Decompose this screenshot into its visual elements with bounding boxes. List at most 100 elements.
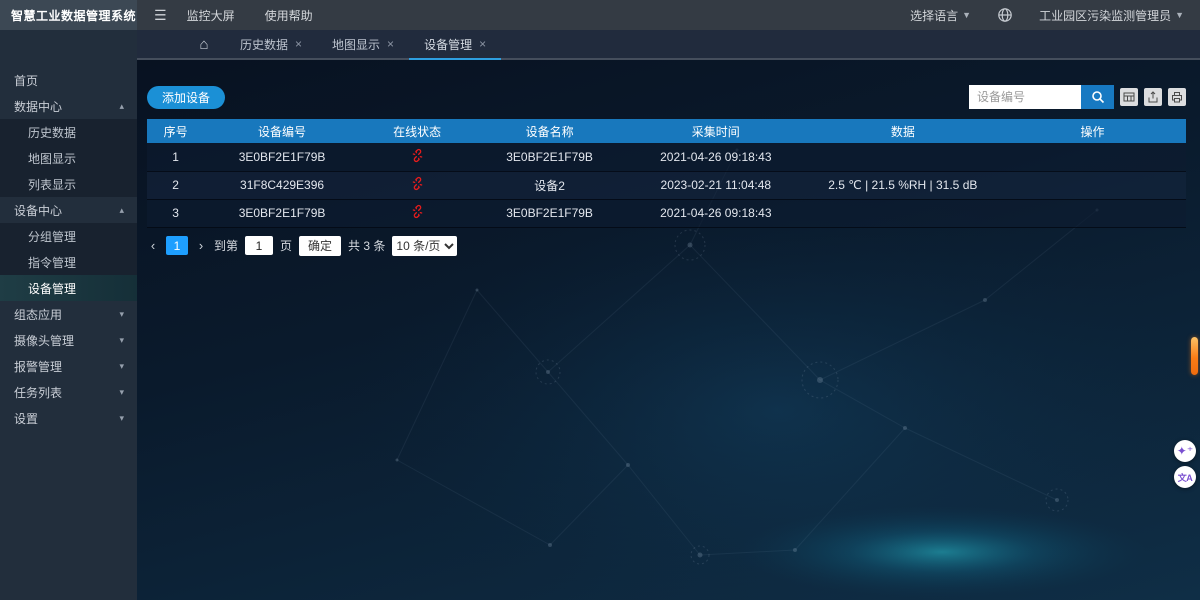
search-input[interactable]: [969, 85, 1081, 109]
tabbar-tabs: 历史数据×地图显示×设备管理×: [225, 30, 501, 58]
user-menu[interactable]: 工业园区污染监测管理员 ▼: [1039, 7, 1184, 24]
sidebar-item-task-list[interactable]: 任务列表 ▾: [0, 379, 137, 405]
next-page-button[interactable]: ›: [195, 238, 207, 253]
sidebar-item-label: 设置: [14, 410, 38, 427]
translate-icon: 文A: [1178, 471, 1193, 484]
content-area: 添加设备: [137, 60, 1200, 256]
nav-help[interactable]: 使用帮助: [265, 7, 313, 24]
close-icon[interactable]: ×: [295, 37, 302, 51]
globe-icon[interactable]: [997, 7, 1013, 23]
sidebar-item-configuration-app[interactable]: 组态应用 ▾: [0, 301, 137, 327]
offline-status-icon: [360, 199, 474, 227]
prev-page-button[interactable]: ‹: [147, 238, 159, 253]
table-cell: 设备2: [474, 171, 625, 199]
sidebar-item-label: 组态应用: [14, 306, 62, 323]
sidebar-item-settings[interactable]: 设置 ▾: [0, 405, 137, 431]
translate-button[interactable]: 文A: [1174, 466, 1196, 488]
toolbar: 添加设备: [147, 85, 1186, 109]
tab-device-management[interactable]: 设备管理×: [409, 30, 501, 60]
tab-map-display[interactable]: 地图显示 ×: [317, 30, 409, 60]
chevron-down-icon: ▾: [119, 335, 124, 346]
table-cell: 3E0BF2E1F79B: [474, 199, 625, 227]
table-cell: 3E0BF2E1F79B: [474, 143, 625, 171]
table-row: 33E0BF2E1F79B 3E0BF2E1F79B2021-04-26 09:…: [147, 199, 1186, 227]
chevron-down-icon: ▼: [962, 10, 971, 20]
confirm-page-button[interactable]: 确定: [299, 236, 341, 256]
sidebar-item-history-data[interactable]: 历史数据: [0, 119, 137, 145]
page-size-select[interactable]: 10 条/页: [392, 236, 457, 256]
goto-page-input[interactable]: [245, 236, 273, 255]
add-device-button[interactable]: 添加设备: [147, 86, 225, 109]
chevron-up-icon: ▴: [119, 205, 124, 216]
table-body: 13E0BF2E1F79B 3E0BF2E1F79B2021-04-26 09:…: [147, 143, 1186, 227]
close-icon[interactable]: ×: [387, 37, 394, 51]
sidebar-item-device-center[interactable]: 设备中心 ▴: [0, 197, 137, 223]
current-page-button[interactable]: 1: [166, 236, 188, 255]
table-cell: [999, 143, 1186, 171]
sidebar-item-label: 首页: [14, 72, 38, 89]
app-title: 智慧工业数据管理系统: [0, 0, 137, 30]
print-icon: [1171, 91, 1183, 103]
column-header: 设备编号: [204, 119, 360, 143]
home-tab-icon[interactable]: ⌂: [183, 30, 225, 58]
top-bar: 智慧工业数据管理系统 ☰ 监控大屏 使用帮助 选择语言 ▼ 工业园区污染监测管理…: [0, 0, 1200, 30]
sidebar-item-alarm-management[interactable]: 报警管理▾: [0, 353, 137, 379]
sidebar-item-label: 设备中心: [14, 202, 62, 219]
sidebar-item-label: 数据中心: [14, 98, 62, 115]
table-cell: 2: [147, 171, 204, 199]
sidebar-item-label: 历史数据: [28, 124, 76, 141]
tab-history-data[interactable]: 历史数据×: [225, 30, 317, 60]
sidebar-item-camera-management[interactable]: 摄像头管理 ▾: [0, 327, 137, 353]
top-nav: 监控大屏 使用帮助: [187, 7, 313, 24]
table-header-row: 序号设备编号在线状态设备名称采集时间数据操作: [147, 119, 1186, 143]
sidebar-item-label: 地图显示: [28, 150, 76, 167]
sidebar-item-group-management[interactable]: 分组管理: [0, 223, 137, 249]
sidebar-item-label: 设备管理: [28, 280, 76, 297]
top-bar-right: 选择语言 ▼ 工业园区污染监测管理员 ▼: [910, 7, 1200, 24]
sidebar-item-data-center[interactable]: 数据中心 ▴: [0, 93, 137, 119]
sidebar-item-device-management[interactable]: 设备管理: [0, 275, 137, 301]
print-button[interactable]: [1168, 88, 1186, 106]
sidebar-item-home[interactable]: 首页: [0, 67, 137, 93]
columns-filter-button[interactable]: [1120, 88, 1138, 106]
offline-status-icon: [360, 171, 474, 199]
table-row: 231F8C429E396 设备22023-02-21 11:04:482.5 …: [147, 171, 1186, 199]
tab-bar: ⌂ 历史数据×地图显示×设备管理×: [137, 30, 1200, 60]
language-select[interactable]: 选择语言 ▼: [910, 7, 971, 24]
menu-collapse-icon[interactable]: ☰: [154, 8, 167, 22]
column-header: 操作: [999, 119, 1186, 143]
ai-assistant-button[interactable]: ✦⁺: [1174, 440, 1196, 462]
column-header: 数据: [807, 119, 999, 143]
tab-label: 地图显示: [332, 36, 380, 53]
close-icon[interactable]: ×: [479, 37, 486, 51]
sparkles-icon: ✦⁺: [1177, 444, 1193, 458]
chevron-down-icon: ▾: [119, 361, 124, 372]
sidebar-item-list-display[interactable]: 列表显示: [0, 171, 137, 197]
chevron-down-icon: ▾: [119, 387, 124, 398]
nav-monitor-screen[interactable]: 监控大屏: [187, 7, 235, 24]
table-cell: 1: [147, 143, 204, 171]
chevron-up-icon: ▴: [119, 101, 124, 112]
sidebar-item-command-management[interactable]: 指令管理: [0, 249, 137, 275]
search-group: [969, 85, 1186, 109]
sidebar-item-label: 任务列表: [14, 384, 62, 401]
chevron-down-icon: ▼: [1175, 10, 1184, 20]
chevron-down-icon: ▾: [119, 309, 124, 320]
table-cell: [999, 199, 1186, 227]
sidebar-item-label: 分组管理: [28, 228, 76, 245]
table-cell: 2.5 ℃ | 21.5 %RH | 31.5 dB: [807, 171, 999, 199]
table-cell: [807, 143, 999, 171]
search-button[interactable]: [1081, 85, 1114, 109]
export-icon: [1147, 91, 1159, 103]
sidebar-item-map-display[interactable]: 地图显示: [0, 145, 137, 171]
column-header: 在线状态: [360, 119, 474, 143]
export-button[interactable]: [1144, 88, 1162, 106]
table-cell: 3E0BF2E1F79B: [204, 199, 360, 227]
sidebar-item-label: 摄像头管理: [14, 332, 74, 349]
device-table: 序号设备编号在线状态设备名称采集时间数据操作 13E0BF2E1F79B 3E0…: [147, 119, 1186, 228]
language-label: 选择语言: [910, 7, 958, 24]
scrollbar-thumb[interactable]: [1191, 337, 1198, 375]
table-cell: 3: [147, 199, 204, 227]
app-window: 智慧工业数据管理系统 ☰ 监控大屏 使用帮助 选择语言 ▼ 工业园区污染监测管理…: [0, 0, 1200, 600]
chevron-down-icon: ▾: [119, 413, 124, 424]
